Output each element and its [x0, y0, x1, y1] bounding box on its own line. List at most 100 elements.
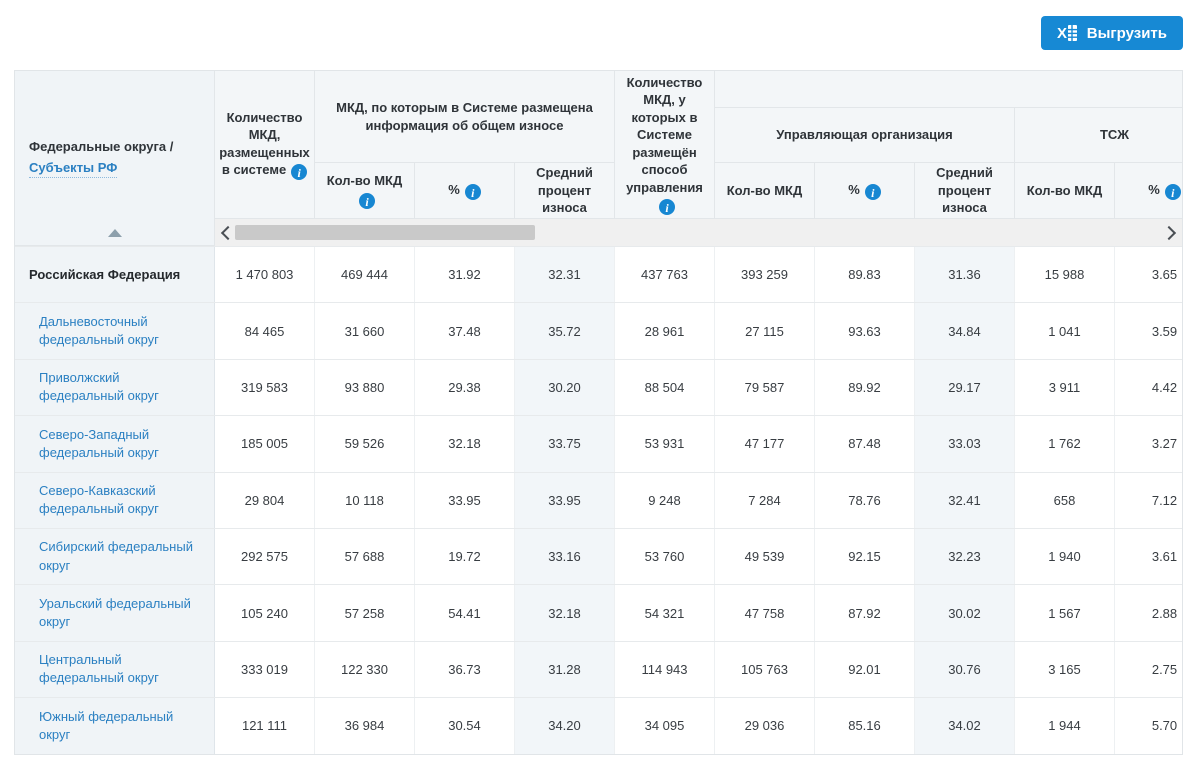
- table-body: Российская Федерация 1 470 803 469 444 3…: [15, 246, 1182, 754]
- info-icon[interactable]: [864, 184, 881, 200]
- cell-wear-count: 93 880: [315, 359, 415, 416]
- cell-wear-average: 33.75: [515, 416, 615, 472]
- column-header-management-method: Количество МКД, у которых в Системе разм…: [615, 71, 715, 219]
- cell-uo-percent: 93.63: [815, 303, 915, 359]
- cell-uo-count: 393 259: [715, 247, 815, 303]
- info-icon[interactable]: [359, 192, 375, 209]
- cell-tsj-percent: 3.65: [1115, 247, 1182, 302]
- region-name[interactable]: Центральный федеральный округ: [39, 651, 196, 687]
- table-row: Приволжский федеральный округ 319 583 93…: [15, 358, 1182, 416]
- cell-uo-percent: 92.01: [815, 641, 915, 698]
- cell-wear-percent: 29.38: [415, 359, 515, 416]
- row-label-cell: Сибирский федеральный округ: [15, 528, 215, 585]
- cell-wear-percent: 37.48: [415, 303, 515, 359]
- cell-uo-count: 47 177: [715, 416, 815, 472]
- sort-ascending-icon[interactable]: [107, 229, 122, 237]
- info-icon[interactable]: [659, 199, 675, 216]
- row-label-cell: Южный федеральный округ: [15, 698, 215, 754]
- table-header: Федеральные округа / Субъекты РФ Количес…: [15, 71, 1182, 246]
- column-header-wear-percent: %: [415, 163, 515, 219]
- cell-uo-count: 105 763: [715, 641, 815, 698]
- cell-uo-average: 32.23: [915, 528, 1015, 585]
- table-row: Сибирский федеральный округ 292 575 57 6…: [15, 527, 1182, 585]
- column-header-uo-average: Средний процент износа: [915, 163, 1015, 219]
- cell-uo-percent: 87.48: [815, 416, 915, 472]
- table-row: Дальневосточный федеральный округ 84 465…: [15, 302, 1182, 359]
- cell-wear-average: 31.28: [515, 641, 615, 698]
- table-row: Северо-Западный федеральный округ 185 00…: [15, 415, 1182, 472]
- cell-wear-average: 32.31: [515, 247, 615, 303]
- cell-uo-percent: 87.92: [815, 585, 915, 641]
- statistics-table: Федеральные округа / Субъекты РФ Количес…: [14, 70, 1183, 755]
- cell-management-count: 28 961: [615, 303, 715, 359]
- cell-wear-count: 57 258: [315, 585, 415, 641]
- column-header-tsj-percent: %: [1115, 163, 1182, 219]
- row-label-cell: Уральский федеральный округ: [15, 585, 215, 641]
- cell-total-mkd: 292 575: [215, 528, 315, 585]
- table-row: Южный федеральный округ 121 111 36 984 3…: [15, 697, 1182, 754]
- cell-management-count: 88 504: [615, 359, 715, 416]
- cell-uo-average: 33.03: [915, 416, 1015, 472]
- scroll-left-icon[interactable]: [215, 219, 237, 246]
- cell-tsj-percent: 2.75: [1115, 642, 1182, 697]
- region-name: Российская Федерация: [29, 266, 181, 282]
- cell-tsj-count: 3 165: [1015, 641, 1115, 698]
- region-name[interactable]: Северо-Западный федеральный округ: [39, 426, 196, 462]
- cell-uo-percent: 89.92: [815, 359, 915, 416]
- cell-wear-percent: 36.73: [415, 641, 515, 698]
- cell-wear-average: 35.72: [515, 303, 615, 359]
- cell-tsj-percent: 2.88: [1115, 585, 1182, 640]
- scrollbar-thumb[interactable]: [235, 225, 535, 240]
- cell-wear-percent: 19.72: [415, 528, 515, 585]
- cell-tsj-percent: 3.27: [1115, 416, 1182, 471]
- cell-uo-count: 49 539: [715, 528, 815, 585]
- info-icon[interactable]: [464, 184, 481, 200]
- cell-total-mkd: 319 583: [215, 359, 315, 416]
- cell-uo-percent: 89.83: [815, 247, 915, 303]
- svg-text:X: X: [1057, 25, 1067, 42]
- cell-wear-average: 32.18: [515, 585, 615, 641]
- subjects-rf-link[interactable]: Субъекты РФ: [29, 159, 118, 178]
- row-label-cell: Российская Федерация: [15, 247, 215, 303]
- region-name[interactable]: Северо-Кавказский федеральный округ: [39, 482, 196, 518]
- column-header-uo-percent: %: [815, 163, 915, 219]
- cell-uo-average: 30.76: [915, 641, 1015, 698]
- region-name[interactable]: Приволжский федеральный округ: [39, 369, 196, 405]
- excel-icon: X: [1057, 24, 1078, 42]
- cell-tsj-count: 1 041: [1015, 303, 1115, 359]
- table-row: Уральский федеральный округ 105 240 57 2…: [15, 584, 1182, 641]
- column-header-total-mkd: Количество МКД, размещенных в системе: [215, 71, 315, 219]
- column-header-wear-count: Кол-во МКД: [315, 163, 415, 219]
- cell-total-mkd: 121 111: [215, 698, 315, 754]
- group-header-tsj: ТСЖ: [1015, 108, 1182, 163]
- federal-districts-label: Федеральные округа /: [29, 139, 174, 155]
- cell-tsj-count: 3 911: [1015, 359, 1115, 416]
- cell-tsj-count: 658: [1015, 472, 1115, 528]
- cell-wear-count: 31 660: [315, 303, 415, 359]
- cell-management-count: 53 760: [615, 528, 715, 585]
- horizontal-scrollbar[interactable]: [215, 219, 1182, 246]
- table-row: Центральный федеральный округ 333 019 12…: [15, 640, 1182, 698]
- cell-tsj-percent: 7.12: [1115, 473, 1182, 528]
- cell-tsj-percent: 3.61: [1115, 529, 1182, 584]
- cell-uo-average: 30.02: [915, 585, 1015, 641]
- cell-wear-count: 122 330: [315, 641, 415, 698]
- scroll-right-icon[interactable]: [1159, 219, 1181, 246]
- info-icon[interactable]: [291, 164, 308, 181]
- cell-total-mkd: 333 019: [215, 641, 315, 698]
- group-header-wear-info: МКД, по которым в Системе размещена инфо…: [315, 71, 615, 163]
- cell-total-mkd: 185 005: [215, 416, 315, 472]
- export-button[interactable]: X Выгрузить: [1040, 16, 1183, 50]
- region-name[interactable]: Дальневосточный федеральный округ: [39, 313, 196, 349]
- cell-wear-percent: 30.54: [415, 698, 515, 754]
- info-icon[interactable]: [1164, 184, 1181, 200]
- cell-wear-average: 33.16: [515, 528, 615, 585]
- cell-uo-percent: 92.15: [815, 528, 915, 585]
- region-name[interactable]: Сибирский федеральный округ: [39, 538, 196, 574]
- cell-management-count: 114 943: [615, 641, 715, 698]
- region-name[interactable]: Южный федеральный округ: [39, 708, 196, 744]
- cell-wear-count: 57 688: [315, 528, 415, 585]
- region-name[interactable]: Уральский федеральный округ: [39, 595, 196, 631]
- row-label-cell: Дальневосточный федеральный округ: [15, 303, 215, 359]
- column-header-uo-count: Кол-во МКД: [715, 163, 815, 219]
